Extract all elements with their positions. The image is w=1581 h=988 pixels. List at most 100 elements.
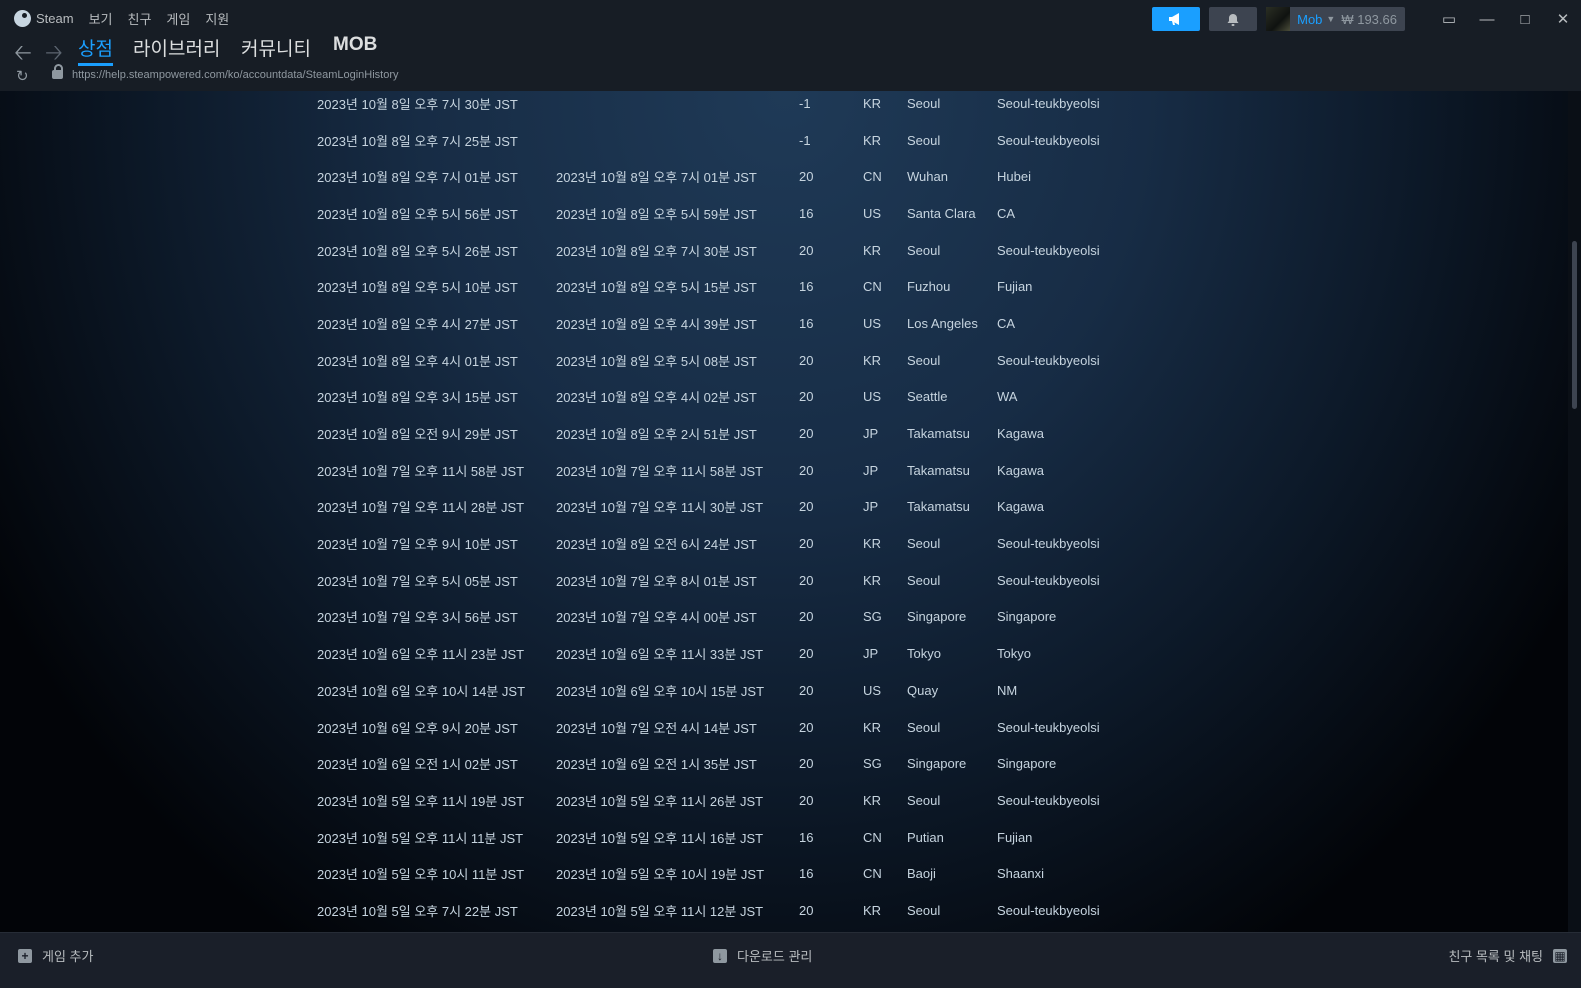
table-row: 2023년 10월 8일 오후 4시 01분 JST 2023년 10월 8일 오… xyxy=(313,342,1100,379)
city-cell: Seoul xyxy=(907,352,941,368)
menu-help[interactable]: 지원 xyxy=(205,9,229,28)
country-cell: SG xyxy=(863,609,882,625)
city-cell: Baoji xyxy=(907,866,936,882)
state-cell: WA xyxy=(997,389,1018,405)
os-type-cell: 20 xyxy=(799,609,814,625)
state-cell: Fujian xyxy=(997,279,1033,295)
login-time-cell: 2023년 10월 7일 오후 5시 05분 JST xyxy=(317,573,518,589)
logout-time-cell: 2023년 10월 7일 오후 11시 30분 JST xyxy=(556,500,764,516)
state-cell: Hubei xyxy=(997,169,1031,185)
wallet-balance: ₩ 193.66 xyxy=(1341,11,1397,27)
tab-user[interactable]: MOB xyxy=(333,34,377,56)
country-cell: SG xyxy=(863,756,882,772)
os-type-cell: 20 xyxy=(799,169,814,185)
city-cell: Singapore xyxy=(907,756,967,772)
login-time-cell: 2023년 10월 8일 오후 5시 26분 JST xyxy=(317,243,518,259)
menu-games[interactable]: 게임 xyxy=(166,9,190,28)
add-game-button[interactable]: + 게임 추가 xyxy=(18,946,93,965)
country-cell: JP xyxy=(863,646,879,662)
announcements-button[interactable] xyxy=(1152,7,1201,31)
table-row: 2023년 10월 8일 오후 5시 10분 JST 2023년 10월 8일 오… xyxy=(313,268,1100,305)
country-cell: KR xyxy=(863,572,882,588)
scrollbar-thumb[interactable] xyxy=(1572,241,1577,409)
login-time-cell: 2023년 10월 7일 오후 9시 10분 JST xyxy=(317,537,518,553)
os-type-cell: 16 xyxy=(799,205,814,221)
country-cell: JP xyxy=(863,462,879,478)
logout-time-cell: 2023년 10월 8일 오후 5시 59분 JST xyxy=(556,206,757,222)
menu-friends[interactable]: 친구 xyxy=(128,9,152,28)
city-cell: Tokyo xyxy=(907,646,941,662)
logout-time-cell: 2023년 10월 8일 오후 7시 30분 JST xyxy=(556,243,757,259)
state-cell: Seoul-teukbyeolsi xyxy=(997,572,1100,588)
login-time-cell: 2023년 10월 7일 오후 11시 58분 JST xyxy=(317,463,525,479)
menu-steam[interactable]: Steam xyxy=(36,11,74,26)
login-time-cell: 2023년 10월 5일 오후 7시 22분 JST xyxy=(317,903,518,919)
city-cell: Singapore xyxy=(907,609,967,625)
account-menu-button[interactable]: Mob ▼ ₩ 193.66 xyxy=(1266,7,1405,31)
table-row: 2023년 10월 8일 오후 7시 30분 JST -1 KR Seoul Seoul… xyxy=(313,91,1100,122)
reload-icon[interactable]: ↻ xyxy=(16,67,29,85)
title-bar-controls: Mob ▼ ₩ 193.66 ▭ — □ ✕ xyxy=(1152,7,1571,31)
chevron-down-icon: ▼ xyxy=(1326,14,1336,24)
city-cell: Seoul xyxy=(907,536,941,552)
avatar xyxy=(1266,7,1291,31)
state-cell: CA xyxy=(997,315,1016,331)
city-cell: Seoul xyxy=(907,95,941,111)
state-cell: Seoul-teukbyeolsi xyxy=(997,536,1100,552)
big-picture-mode-icon[interactable]: ▭ xyxy=(1441,10,1457,28)
city-cell: Seoul xyxy=(907,572,941,588)
tab-community[interactable]: 커뮤니티 xyxy=(241,34,311,61)
scrollbar[interactable] xyxy=(1568,91,1581,932)
login-time-cell: 2023년 10월 8일 오후 5시 56분 JST xyxy=(317,206,518,222)
login-time-cell: 2023년 10월 8일 오후 5시 10분 JST xyxy=(317,280,518,296)
logout-time-cell: 2023년 10월 5일 오후 11시 16분 JST xyxy=(556,830,764,846)
state-cell: Fujian xyxy=(997,829,1033,845)
state-cell: Singapore xyxy=(997,609,1057,625)
country-cell: US xyxy=(863,389,882,405)
login-time-cell: 2023년 10월 7일 오후 3시 56분 JST xyxy=(317,610,518,626)
city-cell: Seoul xyxy=(907,902,941,918)
os-type-cell: 20 xyxy=(799,682,814,698)
tab-store[interactable]: 상점 xyxy=(78,34,113,66)
table-row: 2023년 10월 8일 오후 5시 26분 JST 2023년 10월 8일 오… xyxy=(313,232,1100,269)
country-cell: KR xyxy=(863,352,882,368)
table-row: 2023년 10월 7일 오후 11시 28분 JST 2023년 10월 7일 … xyxy=(313,489,1100,526)
minimize-icon[interactable]: — xyxy=(1479,11,1495,28)
os-type-cell: 20 xyxy=(799,902,814,918)
friends-icon: ▦ xyxy=(1553,948,1567,963)
country-cell: US xyxy=(863,315,882,331)
city-cell: Takamatsu xyxy=(907,462,970,478)
login-time-cell: 2023년 10월 8일 오후 7시 30분 JST xyxy=(317,96,518,112)
country-cell: CN xyxy=(863,169,882,185)
tab-library[interactable]: 라이브러리 xyxy=(133,34,220,61)
manage-downloads-button[interactable]: ↓ 다운로드 관리 xyxy=(713,946,812,965)
login-time-cell: 2023년 10월 8일 오후 4시 01분 JST xyxy=(317,353,518,369)
maximize-icon[interactable]: □ xyxy=(1517,11,1533,28)
add-game-label: 게임 추가 xyxy=(42,949,94,964)
url-bar: ↻ https://help.steampowered.com/ko/accou… xyxy=(0,64,1581,90)
state-cell: Shaanxi xyxy=(997,866,1044,882)
logout-time-cell: 2023년 10월 7일 오후 4시 00분 JST xyxy=(556,610,757,626)
country-cell: KR xyxy=(863,792,882,808)
state-cell: CA xyxy=(997,205,1016,221)
notifications-button[interactable] xyxy=(1209,7,1258,31)
table-row: 2023년 10월 6일 오후 9시 20분 JST 2023년 10월 7일 오… xyxy=(313,709,1100,746)
os-type-cell: 20 xyxy=(799,719,814,735)
os-type-cell: 16 xyxy=(799,315,814,331)
os-type-cell: 20 xyxy=(799,352,814,368)
logout-time-cell: 2023년 10월 7일 오후 11시 58분 JST xyxy=(556,463,764,479)
os-type-cell: 20 xyxy=(799,792,814,808)
login-time-cell: 2023년 10월 8일 오후 7시 25분 JST xyxy=(317,133,518,149)
os-type-cell: 20 xyxy=(799,389,814,405)
friends-chat-button[interactable]: 친구 목록 및 채팅 ▦ xyxy=(1448,946,1567,965)
menu-view[interactable]: 보기 xyxy=(89,9,113,28)
main-nav: 🡠 🡢 상점 라이브러리 커뮤니티 MOB xyxy=(0,34,1581,66)
country-cell: JP xyxy=(863,499,879,515)
table-row: 2023년 10월 8일 오전 9시 29분 JST 2023년 10월 8일 오… xyxy=(313,415,1100,452)
country-cell: KR xyxy=(863,719,882,735)
city-cell: Seoul xyxy=(907,792,941,808)
close-icon[interactable]: ✕ xyxy=(1555,10,1571,28)
city-cell: Seoul xyxy=(907,242,941,258)
os-type-cell: 20 xyxy=(799,242,814,258)
url-text[interactable]: https://help.steampowered.com/ko/account… xyxy=(72,69,399,81)
